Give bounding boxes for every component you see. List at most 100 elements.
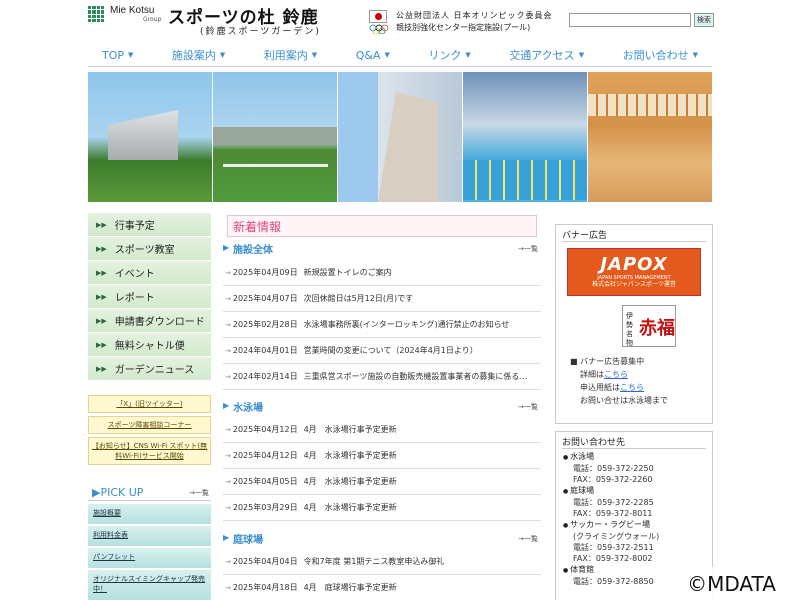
nav-links[interactable]: リンク ▼ [428,47,470,63]
side-item-label: イベント [114,269,155,280]
news-row[interactable]: → 2025年04月07日 次回休館日は5月12日(月)です [223,286,541,312]
chevron-down-icon: ▼ [128,51,134,59]
photo-gymnasium [588,72,712,202]
side-item-classes[interactable]: ▶▶ スポーツ教室 [88,237,211,261]
global-nav: TOP ▼ 施設案内 ▼ 利用案内 ▼ Q&A ▼ リンク ▼ 交通アクセス ▼ お問い合わ… [88,43,712,67]
news-more-link[interactable]: →一覧 [518,534,538,544]
header: Mie Kotsu Group スポーツの杜 鈴鹿 (鈴鹿スポーツガーデン) 公… [0,0,800,42]
brand-group: Group [143,16,162,23]
side-item-label: ガーデンニュース [114,365,195,376]
contact-fax: FAX：059-372-8011 [573,509,653,518]
banner-sports-injury[interactable]: スポーツ障害相談コーナー [88,416,211,434]
banner-contact-text: お問い合せは水泳場まで [580,396,668,405]
contact-phone: 電話：059-372-2285 [573,498,654,507]
news-row[interactable]: → 2025年04月04日 令和7年度 第1期テニス教室申込み御礼 [223,549,541,575]
news-row[interactable]: → 2025年04月18日 4月 庭球場行事予定更新 [223,575,541,600]
news-section-title[interactable]: 水泳場 [233,399,263,414]
double-arrow-icon: ▶▶ [96,220,107,229]
news-row[interactable]: → 2025年04月12日 4月 水泳場行事予定更新 [223,443,541,469]
double-arrow-icon: ▶▶ [96,340,107,349]
pickup-item-pamphlet[interactable]: パンフレット [88,548,211,568]
banner-recruit-text: ■ バナー広告募集中 [570,357,645,366]
search-button[interactable]: 検索 [694,13,714,27]
pickup-list: 施設概要 利用料金表 パンフレット オリジナルスイミングキャップ発売中！ [88,504,211,600]
japox-banner[interactable]: JAPOX JAPAN SPORTS MANAGEMENT 株式会社ジャパンスポ… [567,248,701,296]
brand-name: Mie Kotsu [110,5,155,16]
page: Mie Kotsu Group スポーツの杜 鈴鹿 (鈴鹿スポーツガーデン) 公… [0,0,800,600]
japox-logo-text: JAPOX [600,254,668,275]
chevron-down-icon: ▼ [384,51,390,59]
pickup-item-fees[interactable]: 利用料金表 [88,526,211,546]
japox-company: 株式会社ジャパンスポーツ運営 [592,281,676,288]
joc-label: 公益財団法人 日本オリンピック委員会 [396,11,553,20]
nav-contact[interactable]: お問い合わせ ▼ [623,47,698,63]
akafuku-banner[interactable]: 伊勢名物 赤福 [622,305,676,347]
news-more-link[interactable]: →一覧 [518,244,538,254]
banner-x-twitter[interactable]: 「X」(旧ツイッター) [88,395,211,413]
double-arrow-icon: ▶▶ [96,364,107,373]
divider [562,448,706,449]
triangle-right-icon: ▶ [223,243,230,252]
double-arrow-icon: ▶▶ [96,268,107,277]
arrow-right-icon: → [225,425,231,434]
news-row[interactable]: → 2024年04月01日 営業時間の変更について（2024年4月1日より） [223,338,541,364]
nav-qa[interactable]: Q&A ▼ [356,49,390,62]
arrow-right-icon: → [225,503,231,512]
news-row[interactable]: → 2025年04月12日 4月 水泳場行事予定更新 [223,417,541,443]
chevron-down-icon: ▼ [311,51,318,59]
side-item-shuttle[interactable]: ▶▶ 無料シャトル便 [88,333,211,357]
nav-usage[interactable]: 利用案内 ▼ [264,47,317,63]
contact-facility-name: サッカー・ラグビー場 [563,519,708,531]
banner-ad-info: ■ バナー広告募集中 詳細はこちら 申込用紙はこちら お問い合せは水泳場まで [570,357,668,405]
triangle-right-icon: ▶ [223,401,230,410]
side-item-label: 申請書ダウンロード [114,317,205,328]
news-section-header: ▶ 施設全体 →一覧 [223,241,541,257]
banner-wifi[interactable]: 【お知らせ】CNS Wi-Fi スポット(無料Wi-Fi)サービス開始 [88,437,211,465]
side-item-event[interactable]: ▶▶ イベント [88,261,211,285]
nav-divider [88,66,712,67]
news-section-title[interactable]: 施設全体 [233,241,273,256]
nav-label: お問い合わせ [622,49,689,62]
nav-label: 利用案内 [263,49,308,62]
news-more-link[interactable]: →一覧 [518,402,538,412]
arrow-right-icon: → [225,583,231,592]
arrow-right-icon: → [225,372,231,381]
banner-detail-link[interactable]: こちら [604,370,628,379]
pickup-more-link[interactable]: →一覧 [189,488,209,498]
side-item-label: 行事予定 [114,221,155,232]
contact-phone: 電話：059-372-2511 [573,543,654,552]
news-row[interactable]: → 2025年04月09日 新規設置トイレのご案内 [223,260,541,286]
pickup-item-swim-cap[interactable]: オリジナルスイミングキャップ発売中！ [88,570,211,600]
side-item-news[interactable]: ▶▶ ガーデンニュース [88,357,211,381]
side-item-events[interactable]: ▶▶ 行事予定 [88,213,211,237]
news-row[interactable]: → 2024年02月14日 三重県営スポーツ施設の自動販売機設置事業者の募集に係る… [223,364,541,390]
chevron-down-icon: ▼ [692,51,698,59]
contact-title: お問い合わせ先 [562,438,626,448]
japan-flag-icon [369,10,387,23]
search-input[interactable] [569,13,691,27]
akafuku-logo-text: 赤福 [639,318,675,339]
double-arrow-icon: ▶▶ [96,244,107,253]
news-row[interactable]: → 2025年03月29日 4月 水泳場行事予定更新 [223,495,541,521]
side-banners: 「X」(旧ツイッター) スポーツ障害相談コーナー 【お知らせ】CNS Wi-Fi… [88,395,211,468]
nav-label: 施設案内 [171,49,216,62]
nav-top[interactable]: TOP ▼ [102,49,133,62]
pickup-item-overview[interactable]: 施設概要 [88,504,211,524]
banner-form-link[interactable]: こちら [620,383,644,392]
akafuku-side-text: 伊勢名物 [626,312,633,347]
divider [562,241,706,242]
arrow-right-icon: → [225,268,231,277]
side-item-download[interactable]: ▶▶ 申請書ダウンロード [88,309,211,333]
side-menu: ▶▶ 行事予定 ▶▶ スポーツ教室 ▶▶ イベント ▶▶ レポート ▶▶ 申請書ダウンロー… [88,213,211,381]
side-item-report[interactable]: ▶▶ レポート [88,285,211,309]
nav-facilities[interactable]: 施設案内 ▼ [172,47,225,63]
arrow-right-icon: → [225,451,231,460]
double-arrow-icon: ▶▶ [96,292,107,301]
news-row[interactable]: → 2025年02月28日 水泳場事務所裏(インターロッキング)通行禁止のお知らせ [223,312,541,338]
news-section-title[interactable]: 庭球場 [233,531,263,546]
site-subtitle: (鈴鹿スポーツガーデン) [200,27,321,37]
hero-photo-strip [88,72,712,202]
news-row[interactable]: → 2025年04月05日 4月 水泳場行事予定更新 [223,469,541,495]
nav-access[interactable]: 交通アクセス ▼ [509,47,584,63]
contact-facility-name: 庭球場 [563,485,708,497]
